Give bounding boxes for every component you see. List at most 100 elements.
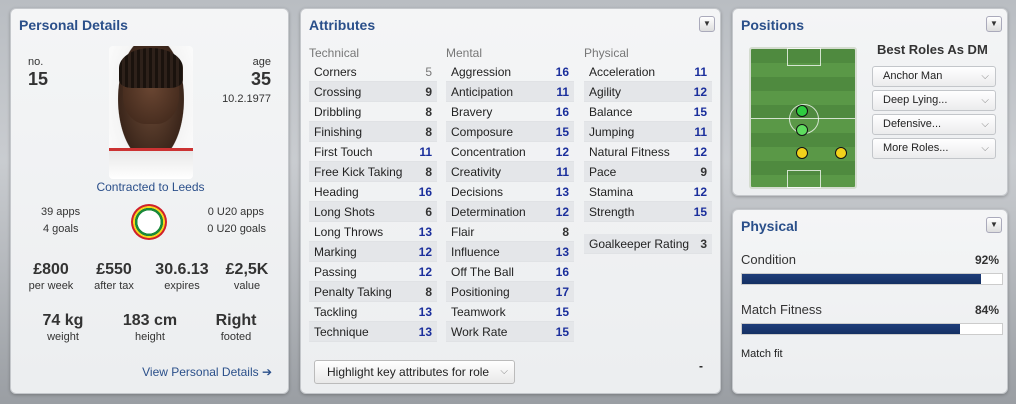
squad-number-label: no. xyxy=(28,56,44,68)
attribute-name: Tackling xyxy=(314,305,358,319)
attribute-name: Finishing xyxy=(314,125,363,139)
mental-attribute-row[interactable]: Teamwork 15 xyxy=(446,302,574,322)
view-personal-details-link[interactable]: View Personal Details ➔ xyxy=(142,365,272,379)
physical-attribute-row[interactable]: Balance 15 xyxy=(584,102,712,122)
attribute-name: Concentration xyxy=(451,145,526,159)
attribute-value: 15 xyxy=(693,205,707,219)
role-label: Defensive... xyxy=(883,118,942,130)
mental-attribute-row[interactable]: Off The Ball 16 xyxy=(446,262,574,282)
pitch-diagram[interactable] xyxy=(749,47,857,189)
technical-attribute-row[interactable]: Long Throws 13 xyxy=(309,222,437,242)
chevron-down-icon: ⌵ xyxy=(981,119,989,130)
match-fitness-value: 84% xyxy=(974,303,999,317)
mental-header: Mental xyxy=(446,46,483,60)
match-fit-status: Match fit xyxy=(741,348,783,360)
attribute-value: 13 xyxy=(418,325,432,339)
attribute-value: 17 xyxy=(555,285,569,299)
panel-title: Attributes xyxy=(309,17,376,33)
squad-number: 15 xyxy=(28,69,49,89)
attribute-value: 12 xyxy=(693,185,707,199)
highlight-key-attributes-dropdown[interactable]: Highlight key attributes for role ⌵ xyxy=(314,360,515,384)
mental-attribute-row[interactable]: Composure 15 xyxy=(446,122,574,142)
technical-attribute-row[interactable]: Passing 12 xyxy=(309,262,437,282)
attribute-value: 12 xyxy=(555,205,569,219)
attribute-name: Jumping xyxy=(589,125,635,139)
technical-attribute-row[interactable]: Finishing 8 xyxy=(309,122,437,142)
attribute-name: Stamina xyxy=(589,185,634,199)
attribute-name: Long Shots xyxy=(314,205,375,219)
panel-title: Positions xyxy=(741,17,805,33)
mental-attribute-row[interactable]: Influence 13 xyxy=(446,242,574,262)
role-dropdown-more-roles[interactable]: More Roles... ⌵ xyxy=(872,138,996,159)
date-of-birth: 10.2.1977 xyxy=(222,93,271,105)
attributes-menu-button[interactable]: ▼ xyxy=(699,16,715,32)
role-dropdown-deep-lying[interactable]: Deep Lying... ⌵ xyxy=(872,90,996,111)
physical-attribute-row[interactable]: Agility 12 xyxy=(584,82,712,102)
mental-attribute-row[interactable]: Anticipation 11 xyxy=(446,82,574,102)
mental-attribute-row[interactable]: Aggression 16 xyxy=(446,62,574,82)
attribute-name: Strength xyxy=(589,205,635,219)
attribute-value: 11 xyxy=(694,125,707,139)
footed-label: footed xyxy=(220,331,252,343)
attribute-name: Natural Fitness xyxy=(589,145,670,159)
attribute-name: Technique xyxy=(314,325,369,339)
physical-attribute-row[interactable]: Strength 15 xyxy=(584,202,712,222)
mental-attribute-row[interactable]: Work Rate 15 xyxy=(446,322,574,342)
attribute-value: 16 xyxy=(555,65,569,79)
attribute-value: 9 xyxy=(425,85,432,99)
best-roles-title: Best Roles As DM xyxy=(877,42,988,57)
attribute-value: 15 xyxy=(555,325,569,339)
mental-attribute-row[interactable]: Decisions 13 xyxy=(446,182,574,202)
match-fitness-label: Match Fitness xyxy=(741,302,822,317)
technical-attribute-row[interactable]: First Touch 11 xyxy=(309,142,437,162)
attribute-name: Flair xyxy=(451,225,475,239)
mental-attribute-row[interactable]: Flair 8 xyxy=(446,222,574,242)
role-dropdown-defensive[interactable]: Defensive... ⌵ xyxy=(872,114,996,135)
mental-attribute-row[interactable]: Creativity 11 xyxy=(446,162,574,182)
attribute-name: Heading xyxy=(314,185,359,199)
physical-attribute-row[interactable]: Acceleration 11 xyxy=(584,62,712,82)
role-dropdown-anchor-man[interactable]: Anchor Man ⌵ xyxy=(872,66,996,87)
contract-status[interactable]: Contracted to Leeds xyxy=(11,180,290,194)
physical-attribute-row[interactable]: Stamina 12 xyxy=(584,182,712,202)
wage-label: per week xyxy=(28,280,74,292)
technical-attribute-row[interactable]: Dribbling 8 xyxy=(309,102,437,122)
technical-attribute-row[interactable]: Marking 12 xyxy=(309,242,437,262)
wage-value: £800 xyxy=(33,261,69,278)
technical-attribute-row[interactable]: Long Shots 6 xyxy=(309,202,437,222)
positions-menu-button[interactable]: ▼ xyxy=(986,16,1002,32)
attribute-name: Anticipation xyxy=(451,85,514,99)
physical-attribute-row[interactable]: Pace 9 xyxy=(584,162,712,182)
condition-label: Condition xyxy=(741,252,796,267)
footed-value: Right xyxy=(215,312,257,329)
technical-attribute-row[interactable]: Crossing 9 xyxy=(309,82,437,102)
technical-attribute-row[interactable]: Heading 16 xyxy=(309,182,437,202)
physical-attribute-row[interactable]: Jumping 11 xyxy=(584,122,712,142)
attribute-value: 6 xyxy=(425,205,432,219)
attribute-value: 15 xyxy=(693,105,707,119)
role-label: Deep Lying... xyxy=(883,94,948,106)
mental-attribute-row[interactable]: Concentration 12 xyxy=(446,142,574,162)
physical-panel: Physical ▼ Condition 92% Match Fitness 8… xyxy=(732,209,1008,394)
expires-label: expires xyxy=(164,280,200,292)
attribute-name: Off The Ball xyxy=(451,265,514,279)
physical-menu-button[interactable]: ▼ xyxy=(986,217,1002,233)
match-fitness-bar xyxy=(741,323,1003,335)
attribute-value: 12 xyxy=(418,245,432,259)
technical-attribute-row[interactable]: Free Kick Taking 8 xyxy=(309,162,437,182)
attribute-name: Agility xyxy=(589,85,622,99)
mental-attribute-row[interactable]: Bravery 16 xyxy=(446,102,574,122)
physical-attribute-row[interactable]: Natural Fitness 12 xyxy=(584,142,712,162)
mental-attribute-row[interactable]: Positioning 17 xyxy=(446,282,574,302)
attribute-value: 9 xyxy=(700,165,707,179)
technical-attribute-row[interactable]: Penalty Taking 8 xyxy=(309,282,437,302)
mental-attribute-row[interactable]: Determination 12 xyxy=(446,202,574,222)
attribute-value: 12 xyxy=(555,145,569,159)
nation-badge-icon[interactable] xyxy=(131,204,167,240)
attribute-name: Corners xyxy=(314,65,357,79)
technical-attribute-row[interactable]: Tackling 13 xyxy=(309,302,437,322)
attribute-value: 13 xyxy=(555,185,569,199)
technical-attribute-row[interactable]: Technique 13 xyxy=(309,322,437,342)
condition-bar xyxy=(741,273,1003,285)
technical-attribute-row[interactable]: Corners 5 xyxy=(309,62,437,82)
